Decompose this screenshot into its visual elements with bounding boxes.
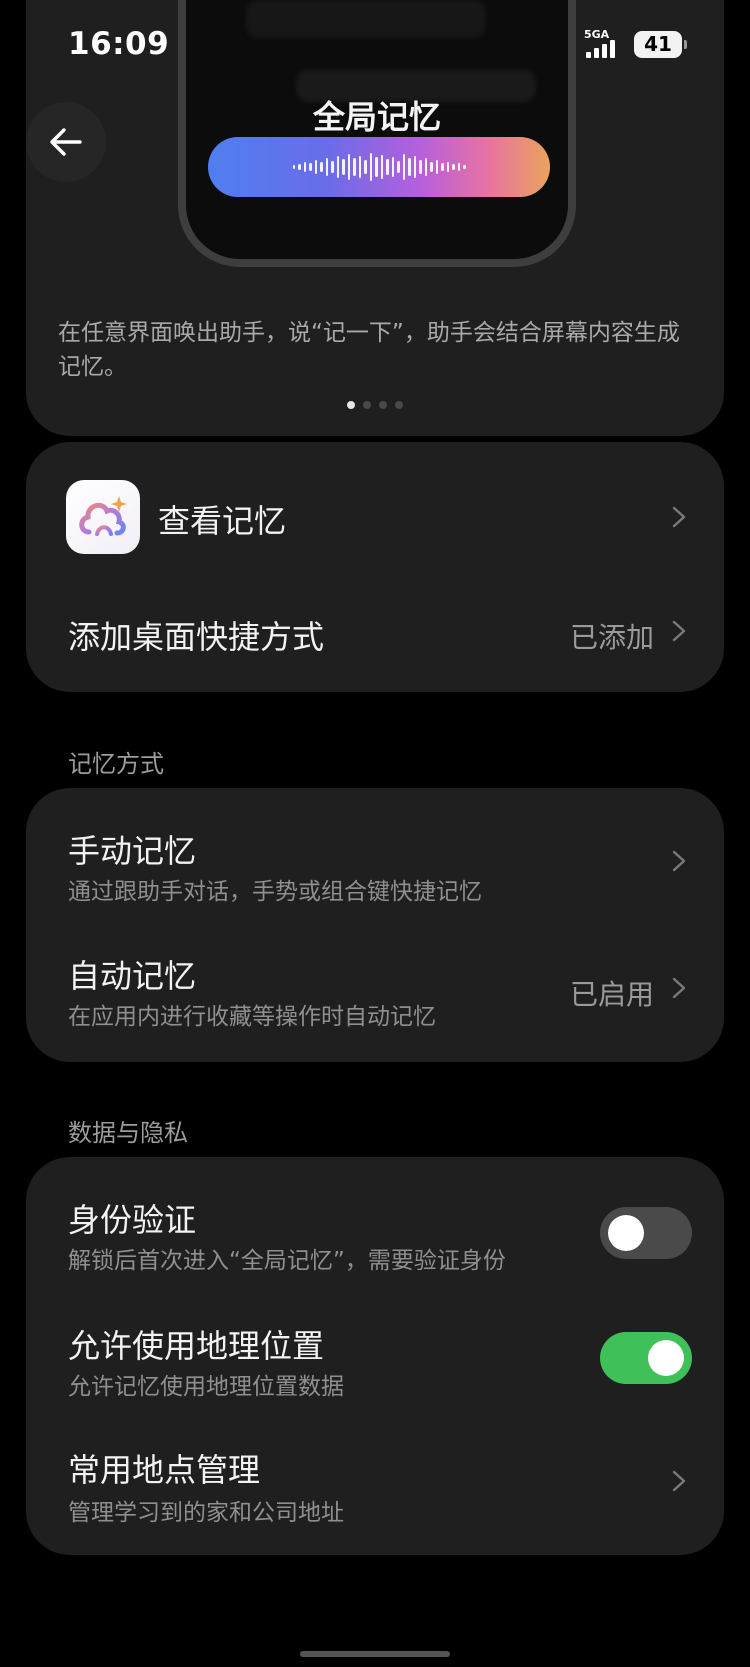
waveform-bar (369, 153, 372, 181)
status-bar: 16:09 5GA 41 (0, 0, 750, 90)
location-permission-row[interactable]: 允许使用地理位置 允许记忆使用地理位置数据 (26, 1285, 724, 1413)
waveform-bar (342, 159, 345, 175)
privacy-card: 身份验证 解锁后首次进入“全局记忆”，需要验证身份 允许使用地理位置 允许记忆使… (26, 1157, 724, 1555)
waveform-bar (419, 160, 422, 174)
waveform-bar (358, 156, 361, 178)
cloud-sparkle-icon (66, 480, 140, 554)
back-button[interactable] (26, 102, 106, 182)
chevron-right-icon (672, 850, 686, 872)
waveform-bar (408, 158, 411, 176)
waveform-bar (397, 161, 400, 173)
carousel-dot[interactable] (379, 401, 387, 409)
manual-memory-row[interactable]: 手动记忆 通过跟助手对话，手势或组合键快捷记忆 (26, 788, 724, 925)
signal-icon: 5GA (584, 28, 624, 58)
waveform-bar (298, 164, 301, 170)
manual-memory-title: 手动记忆 (68, 832, 197, 870)
waveform-bar (364, 160, 367, 174)
carousel-dots[interactable] (26, 401, 724, 409)
waveform-bar (402, 154, 405, 180)
waveform-bar (386, 159, 389, 175)
waveform-bar (303, 162, 306, 172)
frequent-places-row[interactable]: 常用地点管理 管理学习到的家和公司地址 (26, 1413, 724, 1555)
frequent-places-subtitle: 管理学习到的家和公司地址 (68, 1500, 344, 1526)
auto-memory-title: 自动记忆 (68, 957, 197, 995)
section-label-data-privacy: 数据与隐私 (68, 1119, 188, 1147)
waveform-bar (457, 163, 460, 171)
waveform-bar (424, 158, 427, 176)
carousel-dot[interactable] (395, 401, 403, 409)
desktop-shortcut-status: 已添加 (569, 621, 654, 654)
section-label-memory-mode: 记忆方式 (68, 750, 164, 778)
location-permission-subtitle: 允许记忆使用地理位置数据 (68, 1374, 344, 1400)
auto-memory-row[interactable]: 自动记忆 在应用内进行收藏等操作时自动记忆 已启用 (26, 925, 724, 1062)
screen: 16:09 5GA 41 全局记忆 在任意界面唤出助手，说“记一下”，助手会结合… (0, 0, 750, 1667)
waveform-bar (375, 157, 378, 177)
waveform-bar (441, 163, 444, 171)
identity-verification-title: 身份验证 (68, 1201, 197, 1239)
carousel-dot[interactable] (363, 401, 371, 409)
waveform-bar (309, 163, 312, 171)
battery-icon: 41 (634, 31, 687, 58)
hero-title: 全局记忆 (312, 98, 441, 136)
status-time: 16:09 (68, 26, 170, 62)
waveform-bar (353, 158, 356, 176)
identity-verification-row[interactable]: 身份验证 解锁后首次进入“全局记忆”，需要验证身份 (26, 1157, 724, 1285)
waveform-bar (320, 162, 323, 172)
view-memory-label: 查看记忆 (158, 502, 287, 540)
waveform-bar (446, 162, 449, 172)
hero-description: 在任意界面唤出助手，说“记一下”，助手会结合屏幕内容生成记忆。 (58, 320, 680, 380)
location-permission-title: 允许使用地理位置 (68, 1327, 325, 1365)
waveform-bar (380, 155, 383, 179)
waveform-bar (452, 164, 455, 170)
desktop-shortcut-row[interactable]: 添加桌面快捷方式 已添加 (26, 582, 724, 692)
chevron-right-icon (672, 620, 686, 642)
waveform-bar (391, 157, 394, 177)
waveform-bar (430, 162, 433, 172)
waveform-bar (331, 161, 334, 173)
manual-memory-subtitle: 通过跟助手对话，手势或组合键快捷记忆 (68, 879, 482, 905)
memory-actions-card: 查看记忆 添加桌面快捷方式 已添加 (26, 442, 724, 692)
waveform-bar (314, 160, 317, 174)
identity-verification-toggle[interactable] (600, 1207, 692, 1259)
auto-memory-subtitle: 在应用内进行收藏等操作时自动记忆 (68, 1004, 436, 1030)
waveform-bar (325, 158, 328, 176)
home-indicator[interactable] (300, 1651, 450, 1657)
auto-memory-status: 已启用 (569, 978, 654, 1011)
waveform-bar (413, 156, 416, 178)
identity-verification-subtitle: 解锁后首次进入“全局记忆”，需要验证身份 (68, 1248, 506, 1274)
voice-waveform-pill (208, 137, 550, 197)
waveform-bar (292, 165, 295, 169)
arrow-left-icon (50, 128, 82, 156)
desktop-shortcut-label: 添加桌面快捷方式 (68, 618, 325, 656)
waveform-bar (336, 156, 339, 178)
memory-mode-card: 手动记忆 通过跟助手对话，手势或组合键快捷记忆 自动记忆 在应用内进行收藏等操作… (26, 788, 724, 1062)
location-permission-toggle[interactable] (600, 1332, 692, 1384)
waveform-bar (463, 165, 466, 169)
waveform-bar (435, 160, 438, 174)
frequent-places-title: 常用地点管理 (68, 1451, 261, 1489)
carousel-dot[interactable] (347, 401, 355, 409)
waveform-bar (347, 154, 350, 180)
chevron-right-icon (672, 506, 686, 528)
chevron-right-icon (672, 977, 686, 999)
view-memory-row[interactable]: 查看记忆 (26, 442, 724, 582)
chevron-right-icon (672, 1470, 686, 1492)
